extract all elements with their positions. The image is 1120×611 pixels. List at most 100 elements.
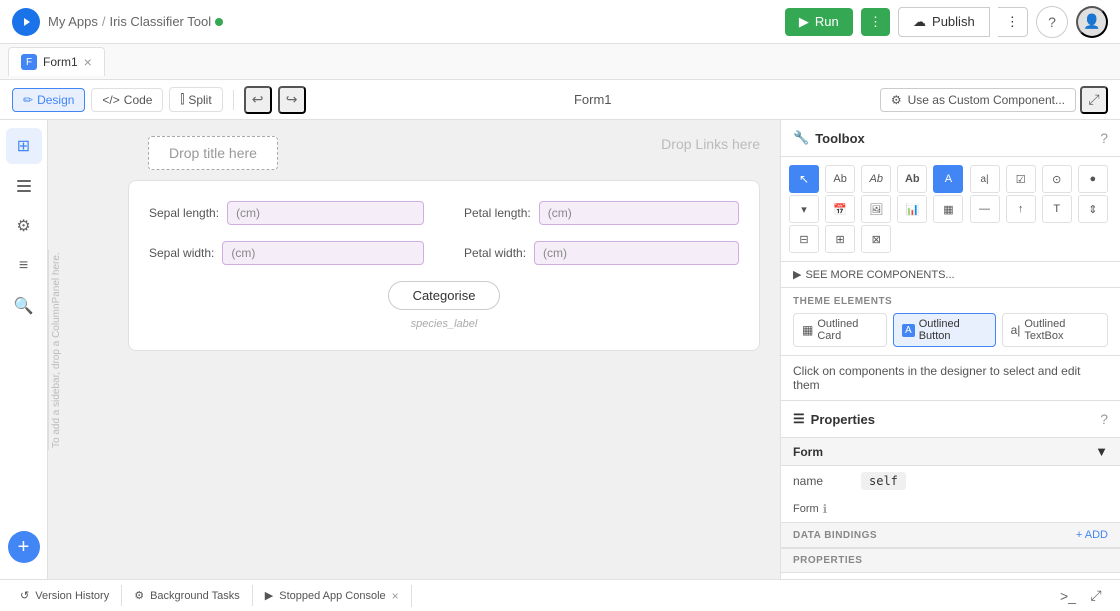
add-binding-button[interactable]: + ADD	[1076, 529, 1108, 541]
spacer-tool[interactable]: ⇕	[1078, 195, 1108, 223]
publish-more-button[interactable]: ⋮	[998, 7, 1028, 37]
main-area: ⊞ ⚙ ≡ 🔍 + To add a sidebar, drop a Colum…	[0, 120, 1120, 579]
split-label: Split	[188, 93, 211, 107]
outlined-textbox-item[interactable]: a| Outlined TextBox	[1002, 313, 1108, 347]
component-grid: ↖ Ab Ab Ab A a| ☑ ⊙ ● ▾ 📅 🖼 📊 ▦ — ↑ T ⇕ …	[781, 157, 1120, 262]
version-history-tab[interactable]: ↺ Version History	[8, 585, 122, 606]
see-more-components[interactable]: ▶ SEE MORE COMPONENTS...	[781, 262, 1120, 288]
help-button[interactable]: ?	[1036, 6, 1068, 38]
outlined-card-label: Outlined Card	[817, 318, 878, 342]
top-bar-right: ▶ Run ⋮ ☁ Publish ⋮ ? 👤	[785, 6, 1108, 38]
text-tool-ab3[interactable]: Ab	[897, 165, 927, 193]
vstack-tool[interactable]: ⊞	[825, 225, 855, 253]
button-tool[interactable]: A	[933, 165, 963, 193]
table-tool[interactable]: ▦	[933, 195, 963, 223]
dropdown-tool[interactable]: ▾	[789, 195, 819, 223]
text-tool-ab1[interactable]: Ab	[825, 165, 855, 193]
sidebar-item-components[interactable]: ⊞	[6, 128, 42, 164]
app-console-tab[interactable]: ▶ Stopped App Console ×	[253, 585, 412, 607]
design-button[interactable]: ✏ Design	[12, 88, 85, 112]
background-tasks-tab[interactable]: ⚙ Background Tasks	[122, 585, 253, 606]
date-tool[interactable]: 📅	[825, 195, 855, 223]
petal-width-input[interactable]: (cm)	[534, 241, 739, 265]
expand-button[interactable]: ⤢	[1080, 86, 1108, 114]
image-tool[interactable]: 🖼	[861, 195, 891, 223]
tab-bar: F Form1 ×	[0, 44, 1120, 80]
radio-tool[interactable]: ⊙	[1042, 165, 1072, 193]
sepal-length-unit: (cm)	[236, 206, 260, 220]
sepal-width-input[interactable]: (cm)	[222, 241, 424, 265]
avatar-button[interactable]: 👤	[1076, 6, 1108, 38]
undo-button[interactable]: ↩	[244, 86, 272, 114]
input-tool[interactable]: a|	[970, 165, 1000, 193]
app-logo	[12, 8, 40, 36]
props-icon: ☰	[793, 411, 805, 427]
add-button[interactable]: +	[8, 531, 40, 563]
bottom-expand-button[interactable]: ⤢	[1084, 584, 1108, 608]
outlined-button-item[interactable]: A Outlined Button	[893, 313, 996, 347]
pointer-tool[interactable]: ↖	[789, 165, 819, 193]
run-label: Run	[815, 14, 839, 29]
toolbox-help-icon[interactable]: ?	[1100, 130, 1108, 146]
canvas-area[interactable]: To add a sidebar, drop a ColumnPanel her…	[48, 120, 780, 579]
hline-tool[interactable]: —	[970, 195, 1000, 223]
petal-length-input[interactable]: (cm)	[539, 201, 739, 225]
breadcrumb-apps[interactable]: My Apps	[48, 14, 98, 29]
check-tool[interactable]: ☑	[1006, 165, 1036, 193]
sidebar-item-settings[interactable]: ⚙	[6, 208, 42, 244]
sidebar-item-nav[interactable]: ≡	[6, 248, 42, 284]
redo-button[interactable]: ↪	[278, 86, 306, 114]
code-button[interactable]: </> Code	[91, 88, 163, 112]
run-more-button[interactable]: ⋮	[861, 8, 890, 36]
upload-tool[interactable]: ↑	[1006, 195, 1036, 223]
tab-form1-close[interactable]: ×	[84, 54, 92, 70]
drop-links[interactable]: Drop Links here	[661, 136, 760, 152]
petal-length-label: Petal length:	[464, 206, 531, 220]
textbox-icon: a|	[1011, 323, 1021, 337]
bottom-right: >_ ⤢	[1056, 584, 1112, 608]
species-label: species_label	[149, 318, 739, 330]
form-link-label: Form	[793, 503, 819, 515]
text-tool-ab2[interactable]: Ab	[861, 165, 891, 193]
publish-label: Publish	[932, 14, 975, 29]
expand-icon: ⤢	[1088, 91, 1099, 108]
tab-form1[interactable]: F Form1 ×	[8, 47, 105, 76]
form-container: Sepal length: (cm) Petal length: (cm) Se…	[128, 180, 760, 351]
terminal-button[interactable]: >_	[1056, 584, 1080, 608]
history-icon: ↺	[20, 589, 29, 602]
toggle-tool[interactable]: ●	[1078, 165, 1108, 193]
tab-form1-icon: F	[21, 54, 37, 70]
sepal-length-input[interactable]: (cm)	[227, 201, 424, 225]
publish-button[interactable]: ☁ Publish	[898, 7, 990, 37]
status-indicator	[215, 18, 223, 26]
text2-tool[interactable]: T	[1042, 195, 1072, 223]
split-button[interactable]: ⫿ Split	[169, 87, 222, 112]
drop-title[interactable]: Drop title here	[148, 136, 278, 170]
hstack2-tool[interactable]: ⊠	[861, 225, 891, 253]
chart-tool[interactable]: 📊	[897, 195, 927, 223]
outlined-card-item[interactable]: ▦ Outlined Card	[793, 313, 887, 347]
form-link[interactable]: Form ℹ	[793, 502, 827, 516]
props-html-row: html standard-page.html ✎ Edit	[781, 573, 1120, 579]
run-button[interactable]: ▶ Run	[785, 8, 853, 36]
breadcrumb: My Apps / Iris Classifier Tool	[48, 14, 223, 29]
properties-help-icon[interactable]: ?	[1100, 411, 1108, 427]
console-close-icon[interactable]: ×	[392, 589, 399, 603]
form-row-1: Sepal length: (cm) Petal length: (cm)	[149, 201, 739, 225]
custom-component-button[interactable]: ⚙ Use as Custom Component...	[880, 88, 1076, 112]
sidebar-item-data[interactable]	[6, 168, 42, 204]
see-more-label: SEE MORE COMPONENTS...	[805, 269, 954, 281]
form-name: Form1	[312, 92, 874, 107]
theme-section: THEME ELEMENTS ▦ Outlined Card A Outline…	[781, 288, 1120, 355]
card-icon: ▦	[802, 323, 813, 337]
hstack-tool[interactable]: ⊟	[789, 225, 819, 253]
click-hint: Click on components in the designer to s…	[781, 355, 1120, 401]
sidebar-item-search[interactable]: 🔍	[6, 288, 42, 324]
categorise-button[interactable]: Categorise	[388, 281, 501, 310]
form-collapse-icon[interactable]: ▼	[1095, 444, 1108, 459]
toolbar-right: ⚙ Use as Custom Component... ⤢	[880, 86, 1108, 114]
stopped-console-label: Stopped App Console	[279, 590, 385, 602]
chevron-right-icon: ▶	[793, 268, 801, 281]
sepal-width-unit: (cm)	[231, 246, 255, 260]
sepal-length-field: Sepal length: (cm)	[149, 201, 424, 225]
